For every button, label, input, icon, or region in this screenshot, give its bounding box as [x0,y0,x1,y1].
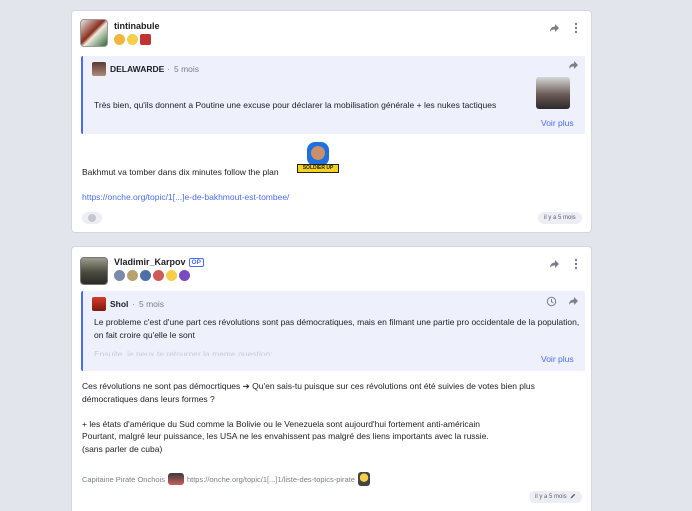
signature: Capitaine Pirate Onchois https://onche.o… [82,472,370,486]
sticker-caption: SOLDIER UP [297,164,339,173]
signature-link[interactable]: https://onche.org/topic/1[...]1/liste-de… [187,475,355,484]
history-icon[interactable] [546,296,557,310]
post-time-text: il y a 5 mois [535,494,567,500]
quote-text: Très bien, qu'ils donnent a Poutine une … [94,100,497,110]
post-body: Bakhmut va tomber dans dix minutes follo… [82,167,279,177]
sticker-image: SOLDIER UP [297,142,339,174]
share-icon[interactable] [568,296,579,309]
user-badges [114,34,151,45]
quote-time: 5 mois [139,299,165,309]
quoted-message: DELAWARDE · 5 mois Très bien, qu'ils don… [81,56,585,134]
badge-icon [114,270,125,281]
user-badges [114,270,190,281]
badge-icon [140,34,151,45]
quoted-message: Shol · 5 mois Le probleme c'est d'une pa… [81,291,585,371]
share-icon[interactable] [549,259,560,272]
quote-avatar[interactable] [92,62,106,76]
quote-author[interactable]: Shol [110,299,128,309]
quote-faded-text: Ensuite, je peux te retourner la meme qu… [94,349,273,356]
more-vertical-icon[interactable] [574,22,578,37]
more-vertical-icon[interactable] [574,258,578,273]
quote-text: Le probleme c'est d'une part ces révolut… [94,317,580,340]
post-card: Vladimir_Karpov OP Shol · 5 mois Le probl… [71,246,592,511]
badge-icon [140,270,151,281]
see-more-link[interactable]: Voir plus [541,354,574,364]
avatar[interactable] [80,19,108,47]
pirate-sticker-icon [357,472,370,486]
signature-label: Capitaine Pirate Onchois [82,474,165,484]
avatar[interactable] [80,257,108,285]
op-badge: OP [188,258,204,267]
post-author[interactable]: Vladimir_Karpov OP [114,257,204,267]
pirate-icon [167,473,184,485]
post-author-name[interactable]: Vladimir_Karpov [114,257,186,267]
edit-icon [570,493,576,501]
badge-icon [127,270,138,281]
quote-time-sep: · [167,64,170,74]
see-more-link[interactable]: Voir plus [541,118,574,128]
share-icon[interactable] [549,23,560,36]
badge-icon [166,270,177,281]
post-time: il y a 5 mois [529,491,582,503]
post-time: il y a 5 mois [538,212,582,224]
badge-icon [179,270,190,281]
badge-icon [114,34,125,45]
topic-link[interactable]: https://onche.org/topic/1[...]e-de-bakhm… [82,192,289,202]
quote-time: 5 mois [174,64,200,74]
badge-icon [153,270,164,281]
post-author[interactable]: tintinabule [114,21,160,31]
quote-avatar[interactable] [92,297,106,311]
post-card: tintinabule DELAWARDE · 5 mois Très bien… [71,10,592,233]
quote-time-sep: · [132,299,135,309]
reaction-icon[interactable] [82,212,102,224]
share-icon[interactable] [568,60,579,73]
quote-image [536,77,570,109]
post-time-text: il y a 5 mois [544,215,576,221]
quote-author[interactable]: DELAWARDE [110,64,164,74]
post-body: Ces révolutions ne sont pas démocrtiques… [82,381,535,454]
badge-icon [127,34,138,45]
